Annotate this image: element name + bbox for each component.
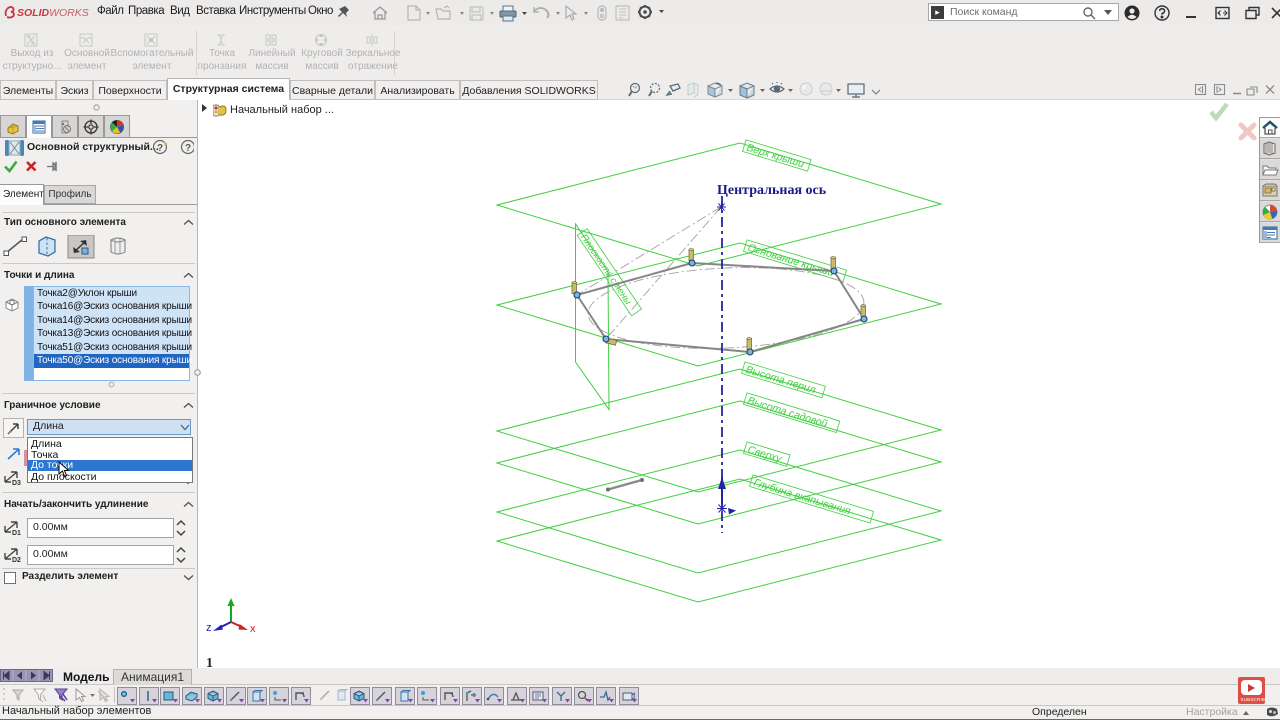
svg-text:Высота садовой: Высота садовой [746,395,829,431]
svg-text:Основание крыши: Основание крыши [746,242,835,280]
svg-text:D2: D2 [12,557,21,564]
svg-text:x: x [250,623,256,635]
svg-text:?: ? [185,143,191,154]
svg-text:D3: D3 [12,480,21,487]
svg-text:Глубина вкапывания: Глубина вкапывания [752,477,852,518]
svg-text:Верх крыши: Верх крыши [745,142,806,171]
svg-text:?: ? [157,143,163,154]
svg-text:SOLIDWORKS: SOLIDWORKS [17,7,89,19]
svg-text:z: z [206,622,212,634]
svg-text:Высота перил: Высота перил [744,364,817,397]
svg-text:D1: D1 [12,530,21,537]
svg-text:1: 1 [206,656,213,668]
svg-text:Центральная ось: Центральная ось [717,183,827,198]
